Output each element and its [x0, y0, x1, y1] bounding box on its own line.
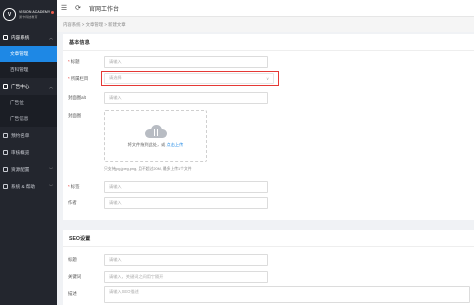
chevron-down-icon: ∨	[266, 75, 269, 81]
ads-icon	[3, 84, 8, 89]
notification-dot	[51, 11, 54, 14]
audit-icon	[3, 150, 8, 155]
seo-panel: SEO设置 标题 请输入 关键词 请输入，关键词之间用"|"隔开 描述 请输入S…	[63, 230, 474, 305]
nav-group-label: 资源配置	[11, 166, 30, 172]
workspace-title: 官网工作台	[89, 6, 120, 13]
description-textarea[interactable]: 请输入SEO描述	[104, 285, 470, 303]
sidebar-item-ad-slots[interactable]: 广告位	[0, 95, 57, 111]
nav-group-label: 广告中心	[11, 83, 30, 89]
sidebar-item-encyclopedia[interactable]: 百科管理	[0, 62, 57, 78]
upload-link[interactable]: 点击上传	[167, 142, 184, 147]
nav-group-appointments[interactable]: 预约名单	[0, 127, 57, 144]
chevron-up-icon: ︿	[49, 83, 53, 89]
nav-group-label: 系统 & 帮助	[11, 183, 35, 189]
logo[interactable]: V VISION ACADEMY 通卡科技教育	[0, 0, 57, 29]
cover-upload-dropzone[interactable]: 将文件拖到此处，或 点击上传	[104, 110, 207, 162]
resource-icon	[3, 167, 8, 172]
category-highlight: 请选择 ∨	[101, 71, 279, 86]
nav-group-system[interactable]: 系统 & 帮助 ﹀	[0, 178, 57, 195]
sidebar-item-ad-info[interactable]: 广告信息	[0, 111, 57, 127]
settings-icon	[3, 184, 8, 189]
seo-title-input[interactable]: 请输入	[104, 254, 268, 266]
chevron-down-icon: ﹀	[49, 183, 53, 189]
nav-group-resources[interactable]: 资源配置 ﹀	[0, 161, 57, 178]
description-label: 描述	[68, 291, 77, 296]
logo-text: VISION ACADEMY 通卡科技教育	[19, 10, 50, 19]
logo-title: VISION ACADEMY	[19, 10, 51, 14]
seo-title-label: 标题	[68, 257, 77, 262]
content-icon	[3, 35, 8, 40]
cloud-upload-icon	[144, 124, 167, 138]
nav-group-label: 内容系统	[11, 34, 30, 40]
seo-heading: SEO设置	[63, 230, 474, 247]
basic-info-heading: 基本信息	[63, 34, 474, 51]
category-label: *所属栏目	[68, 75, 89, 81]
upload-text: 将文件拖到此处，或 点击上传	[127, 141, 184, 147]
upload-hint: 只支持jpg,jpeg,png, 且不超过20M, 最多上传1个文件	[104, 167, 192, 171]
nav-group-label: 预约名单	[11, 132, 30, 138]
list-icon	[3, 133, 8, 138]
keywords-input[interactable]: 请输入，关键词之间用"|"隔开	[104, 271, 268, 283]
basic-info-panel: 基本信息 *标题 请输入 *所属栏目 请选择 ∨ 封面图alt 请输入 封面图 …	[63, 34, 474, 220]
nav-group-ads[interactable]: 广告中心 ︿	[0, 78, 57, 95]
tag-label: *标签	[68, 184, 80, 189]
tag-input[interactable]: 请输入	[104, 181, 268, 193]
author-input[interactable]: 请输入	[104, 197, 268, 209]
chevron-down-icon: ﹀	[49, 166, 53, 172]
category-select[interactable]: 请选择 ∨	[104, 72, 274, 84]
title-label: *标题	[68, 59, 80, 64]
cover-alt-label: 封面图alt	[68, 95, 86, 100]
nav-group-label: 审核概览	[11, 149, 30, 155]
title-input[interactable]: 请输入	[104, 56, 268, 68]
nav-group-content[interactable]: 内容系统 ︿	[0, 29, 57, 46]
keywords-label: 关键词	[68, 274, 82, 279]
cover-label: 封面图	[68, 113, 82, 118]
cover-alt-input[interactable]: 请输入	[104, 92, 268, 104]
refresh-icon[interactable]: ⟳	[71, 1, 85, 15]
logo-subtitle: 通卡科技教育	[19, 14, 38, 19]
top-bar: ☰ ⟳ 官网工作台	[57, 0, 474, 17]
sidebar: V VISION ACADEMY 通卡科技教育 内容系统 ︿ 文章管理 百科管理…	[0, 0, 57, 305]
logo-mark: V	[3, 8, 16, 21]
chevron-up-icon: ︿	[49, 34, 53, 40]
breadcrumb: 内容系统 > 文章管理 > 新建文章	[57, 17, 474, 32]
nav-group-review[interactable]: 审核概览	[0, 144, 57, 161]
sidebar-item-articles[interactable]: 文章管理	[0, 46, 57, 62]
menu-toggle-icon[interactable]: ☰	[57, 1, 71, 15]
author-label: 作者	[68, 200, 77, 205]
